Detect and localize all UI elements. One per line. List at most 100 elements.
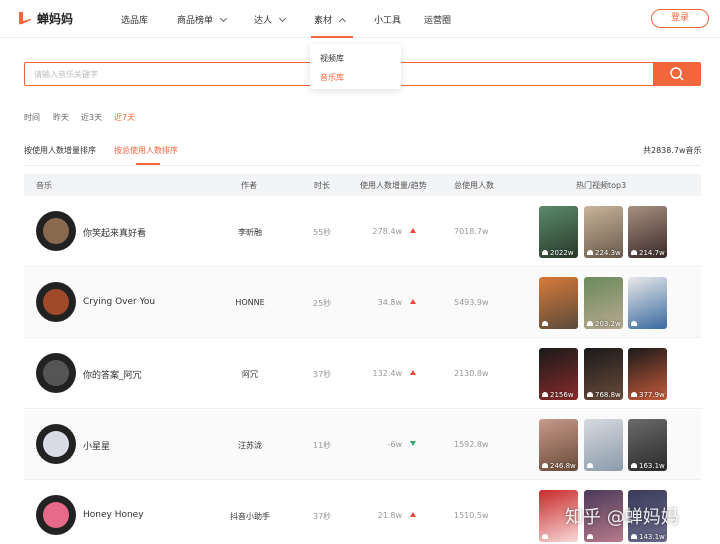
like-count: 163.1w <box>639 462 665 470</box>
author-name[interactable]: 李昕融 <box>215 227 285 238</box>
video-thumbnail[interactable]: 2156w <box>539 348 578 400</box>
nav-active-indicator <box>311 36 353 38</box>
heart-icon <box>631 392 637 397</box>
video-thumbnail[interactable]: 163.1w <box>628 419 667 471</box>
chevron-down-icon <box>219 14 227 23</box>
video-likes: 246.8w <box>542 462 576 470</box>
heart-icon <box>542 463 548 468</box>
video-thumbnail[interactable]: 2022w <box>539 206 578 258</box>
video-thumbnail[interactable] <box>539 277 578 329</box>
song-title[interactable]: 你笑起来真好看 <box>83 226 146 239</box>
video-thumbnail[interactable] <box>628 277 667 329</box>
sort-tab-increase[interactable]: 按使用人数增量排序 <box>24 145 96 156</box>
video-likes <box>587 533 595 541</box>
dropdown-item-music-library[interactable]: 音乐库 <box>320 72 344 83</box>
album-art <box>43 502 69 528</box>
column-header-music: 音乐 <box>36 181 52 190</box>
table-row[interactable]: 你笑起来真好看 李昕融 55秒 278.4w 7018.7w 2022w 224… <box>24 197 701 267</box>
like-count: 203.2w <box>595 320 621 328</box>
author-name[interactable]: 汪苏泷 <box>215 440 285 451</box>
video-thumbnail[interactable]: 224.3w <box>584 206 623 258</box>
column-header-increase: 使用人数增量/趋势 <box>360 181 427 190</box>
material-dropdown-menu: 视频库 音乐库 <box>310 44 401 89</box>
nav-item-tools[interactable]: 小工具 <box>374 13 401 26</box>
like-count: 2156w <box>550 391 574 399</box>
usage-increase: -6w <box>387 440 402 449</box>
heart-icon <box>542 534 548 539</box>
author-name[interactable]: 抖音小助手 <box>215 511 285 522</box>
video-thumbnail[interactable]: 377.9w <box>628 348 667 400</box>
total-usage: 1592.8w <box>454 440 489 449</box>
video-likes: 2022w <box>542 249 574 257</box>
logo-text: 蝉妈妈 <box>37 11 74 26</box>
total-usage: 1510.5w <box>454 511 489 520</box>
duration: 11秒 <box>313 441 332 450</box>
video-thumbnail[interactable]: 203.2w <box>584 277 623 329</box>
time-option-yesterday[interactable]: 昨天 <box>53 112 69 123</box>
album-art <box>43 360 69 386</box>
column-header-duration: 时长 <box>314 181 330 190</box>
heart-icon <box>631 321 637 326</box>
trend-up-icon <box>410 370 416 375</box>
album-cover <box>36 495 76 535</box>
table-header: 音乐 作者 时长 使用人数增量/趋势 总使用人数 热门视频top3 <box>24 174 701 196</box>
logo[interactable]: 蝉妈妈 <box>16 9 73 27</box>
table-row[interactable]: 小星星 汪苏泷 11秒 -6w 1592.8w 246.8w 163.1w <box>24 410 701 480</box>
heart-icon <box>542 392 548 397</box>
nav-item-product-ranking[interactable]: 商品榜单 <box>177 13 227 26</box>
heart-icon <box>587 534 593 539</box>
song-title[interactable]: Crying Over You <box>83 297 155 307</box>
duration: 25秒 <box>313 299 332 308</box>
table-row[interactable]: Crying Over You HONNE 25秒 34.8w 5493.9w … <box>24 268 701 338</box>
sort-tab-total[interactable]: 按总使用人数排序 <box>114 145 178 156</box>
video-thumbnail[interactable]: 768.8w <box>584 348 623 400</box>
video-likes: 2156w <box>542 391 574 399</box>
duration: 37秒 <box>313 512 332 521</box>
video-thumbnail[interactable]: 246.8w <box>539 419 578 471</box>
video-thumbnail[interactable]: 214.7w <box>628 206 667 258</box>
heart-icon <box>587 321 593 326</box>
album-art <box>43 289 69 315</box>
table-row[interactable]: 你的答案_阿冗 阿冗 37秒 132.4w 2130.8w 2156w 768.… <box>24 339 701 409</box>
nav-item-influencer[interactable]: 达人 <box>254 13 286 26</box>
heart-icon <box>587 463 593 468</box>
like-count: 224.3w <box>595 249 621 257</box>
duration: 37秒 <box>313 370 332 379</box>
song-title[interactable]: 小星星 <box>83 439 110 452</box>
video-likes: 163.1w <box>631 462 665 470</box>
author-name[interactable]: 阿冗 <box>215 369 285 380</box>
watermark: 知乎 @蝉妈妈 <box>565 507 679 528</box>
video-thumbnail[interactable] <box>584 419 623 471</box>
total-count: 共2838.7w音乐 <box>643 146 702 155</box>
heart-icon <box>631 463 637 468</box>
album-cover <box>36 211 76 251</box>
usage-increase: 278.4w <box>372 227 402 236</box>
author-name[interactable]: HONNE <box>215 298 285 307</box>
login-button[interactable]: 登录 <box>651 9 709 28</box>
search-button[interactable] <box>653 62 701 86</box>
usage-increase: 132.4w <box>372 369 402 378</box>
video-likes <box>587 462 595 470</box>
time-option-7days[interactable]: 近7天 <box>114 112 135 123</box>
nav-item-product-library[interactable]: 选品库 <box>121 13 148 26</box>
nav-item-material[interactable]: 素材 <box>314 13 346 26</box>
column-header-author: 作者 <box>241 181 257 190</box>
video-likes: 214.7w <box>631 249 665 257</box>
trend-up-icon <box>410 512 416 517</box>
song-title[interactable]: 你的答案_阿冗 <box>83 368 142 381</box>
video-likes: 768.8w <box>587 391 621 399</box>
heart-icon <box>542 250 548 255</box>
total-usage: 2130.8w <box>454 369 489 378</box>
duration: 55秒 <box>313 228 332 237</box>
nav-item-ops-circle[interactable]: 运营圈 <box>424 13 451 26</box>
heart-icon <box>587 392 593 397</box>
video-likes: 143.1w <box>631 533 665 541</box>
song-title[interactable]: Honey Honey <box>83 510 144 520</box>
video-likes <box>631 320 639 328</box>
usage-increase: 21.8w <box>377 511 402 520</box>
like-count: 377.9w <box>639 391 665 399</box>
heart-icon <box>631 250 637 255</box>
dropdown-item-video-library[interactable]: 视频库 <box>320 53 344 64</box>
nav-label: 素材 <box>314 16 333 26</box>
time-option-3days[interactable]: 近3天 <box>81 112 102 123</box>
